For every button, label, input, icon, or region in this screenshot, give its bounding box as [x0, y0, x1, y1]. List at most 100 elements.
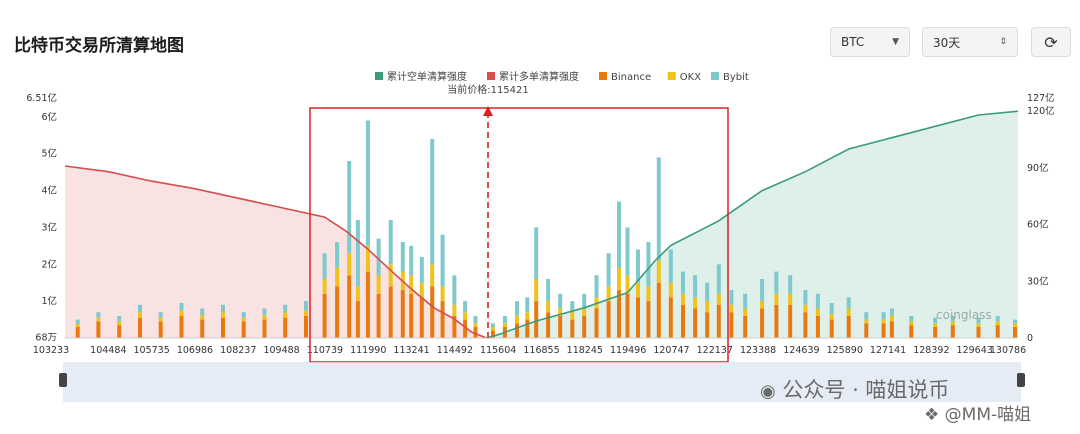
bar-okx: [846, 308, 851, 316]
legend-swatch: [487, 72, 495, 80]
bar-bybit: [693, 275, 698, 298]
bar-binance: [200, 319, 205, 338]
bar-binance: [75, 326, 80, 338]
bar-okx: [716, 293, 721, 305]
bar-binance: [636, 297, 640, 338]
watermark-line1: ◉ 公众号 · 喵姐说币: [760, 378, 950, 402]
x-tick: 124639: [783, 345, 819, 356]
x-tick: 103233: [33, 345, 69, 356]
short-area: [486, 111, 1019, 338]
bar-bybit: [430, 138, 435, 265]
bar-bybit: [515, 301, 519, 316]
bar-bybit: [1013, 319, 1017, 324]
bar-bybit: [881, 312, 886, 320]
bar-binance: [774, 304, 779, 338]
bar-okx: [760, 301, 765, 309]
y-right-tick: 30亿: [1027, 275, 1049, 287]
bar-bybit: [995, 315, 1000, 322]
bar-binance: [376, 293, 381, 338]
legend-swatch: [599, 72, 607, 80]
bar-okx: [419, 282, 424, 298]
bar-binance: [534, 301, 539, 338]
bar-okx: [815, 308, 820, 316]
bar-binance: [570, 319, 575, 338]
bar-binance: [950, 325, 955, 338]
bar-okx: [729, 304, 734, 313]
bar-binance: [322, 293, 327, 338]
bar-bybit: [304, 301, 308, 311]
x-tick: 115604: [480, 345, 516, 356]
bar-binance: [606, 301, 611, 338]
current-price-label: 当前价格:115421: [447, 83, 529, 96]
bar-binance: [976, 326, 981, 338]
bar-bybit: [803, 290, 808, 305]
bar-okx: [430, 264, 435, 287]
bar-okx: [304, 310, 308, 316]
bar-bybit: [774, 271, 779, 294]
bar-binance: [179, 315, 184, 338]
bar-bybit: [606, 253, 611, 287]
y-right-tick: 120亿: [1027, 105, 1055, 117]
bar-binance: [283, 317, 288, 338]
bar-bybit: [546, 279, 551, 302]
bar-binance: [668, 297, 673, 338]
bar-binance: [760, 308, 765, 338]
x-tick: 108237: [220, 345, 256, 356]
liquidation-chart: 累计空单清算强度 累计多单清算强度 Binance OKX Bybit 当前价格:1154…: [26, 70, 1055, 402]
coinglass-watermark: coinglass: [936, 308, 992, 322]
bar-okx: [705, 301, 710, 313]
x-tick: 111990: [350, 345, 386, 356]
x-tick: 118245: [567, 345, 603, 356]
bar-binance: [409, 293, 414, 338]
bar-okx: [693, 297, 698, 309]
bar-okx: [96, 317, 101, 322]
y-left-tick: 1亿: [41, 295, 57, 307]
bar-bybit: [656, 157, 661, 261]
bar-okx: [515, 315, 519, 324]
bar-okx: [933, 323, 938, 327]
bar-binance: [716, 304, 721, 338]
bar-binance: [788, 304, 793, 338]
legend-item: Bybit: [723, 72, 749, 83]
bar-binance: [335, 286, 340, 338]
y-left-tick: 68万: [35, 333, 57, 344]
bar-binance: [864, 323, 869, 338]
bar-bybit: [473, 315, 478, 324]
bar-okx: [646, 286, 651, 302]
bar-okx: [463, 312, 468, 320]
bar-bybit: [558, 293, 563, 309]
bar-okx: [241, 317, 246, 322]
chart-card: 比特币交易所清算地图 BTC ▼ 30天 ⇕ ⟳ 累计空单清算强度 累计多单清算强…: [0, 0, 1080, 434]
bar-bybit: [452, 275, 457, 305]
bar-okx: [335, 268, 340, 287]
bar-bybit: [617, 201, 621, 268]
bar-okx: [534, 279, 539, 302]
bar-binance: [515, 323, 519, 338]
x-tick: 130786: [990, 345, 1026, 356]
bar-binance: [729, 312, 734, 338]
bar-okx: [909, 321, 914, 326]
bar-bybit: [889, 308, 894, 316]
bar-binance: [617, 290, 621, 338]
bar-okx: [75, 324, 80, 327]
weibo-icon: ❖: [924, 405, 940, 425]
bar-binance: [815, 315, 820, 338]
bar-okx: [995, 321, 1000, 326]
bar-okx: [774, 293, 779, 305]
bar-bybit: [625, 227, 630, 276]
bar-binance: [889, 321, 894, 338]
bar-okx: [864, 319, 869, 324]
bar-bybit: [388, 220, 393, 265]
bar-binance: [525, 319, 530, 338]
x-tick: 128392: [913, 345, 949, 356]
x-tick: 105735: [134, 345, 170, 356]
bar-bybit: [75, 319, 80, 324]
bar-okx: [490, 326, 495, 331]
bar-binance: [1013, 326, 1017, 338]
bar-binance: [829, 319, 834, 338]
bar-binance: [430, 286, 435, 338]
bar-binance: [743, 315, 748, 338]
bar-bybit: [594, 275, 599, 298]
legend-item: 累计多单清算强度: [499, 70, 579, 83]
bar-bybit: [646, 242, 651, 287]
